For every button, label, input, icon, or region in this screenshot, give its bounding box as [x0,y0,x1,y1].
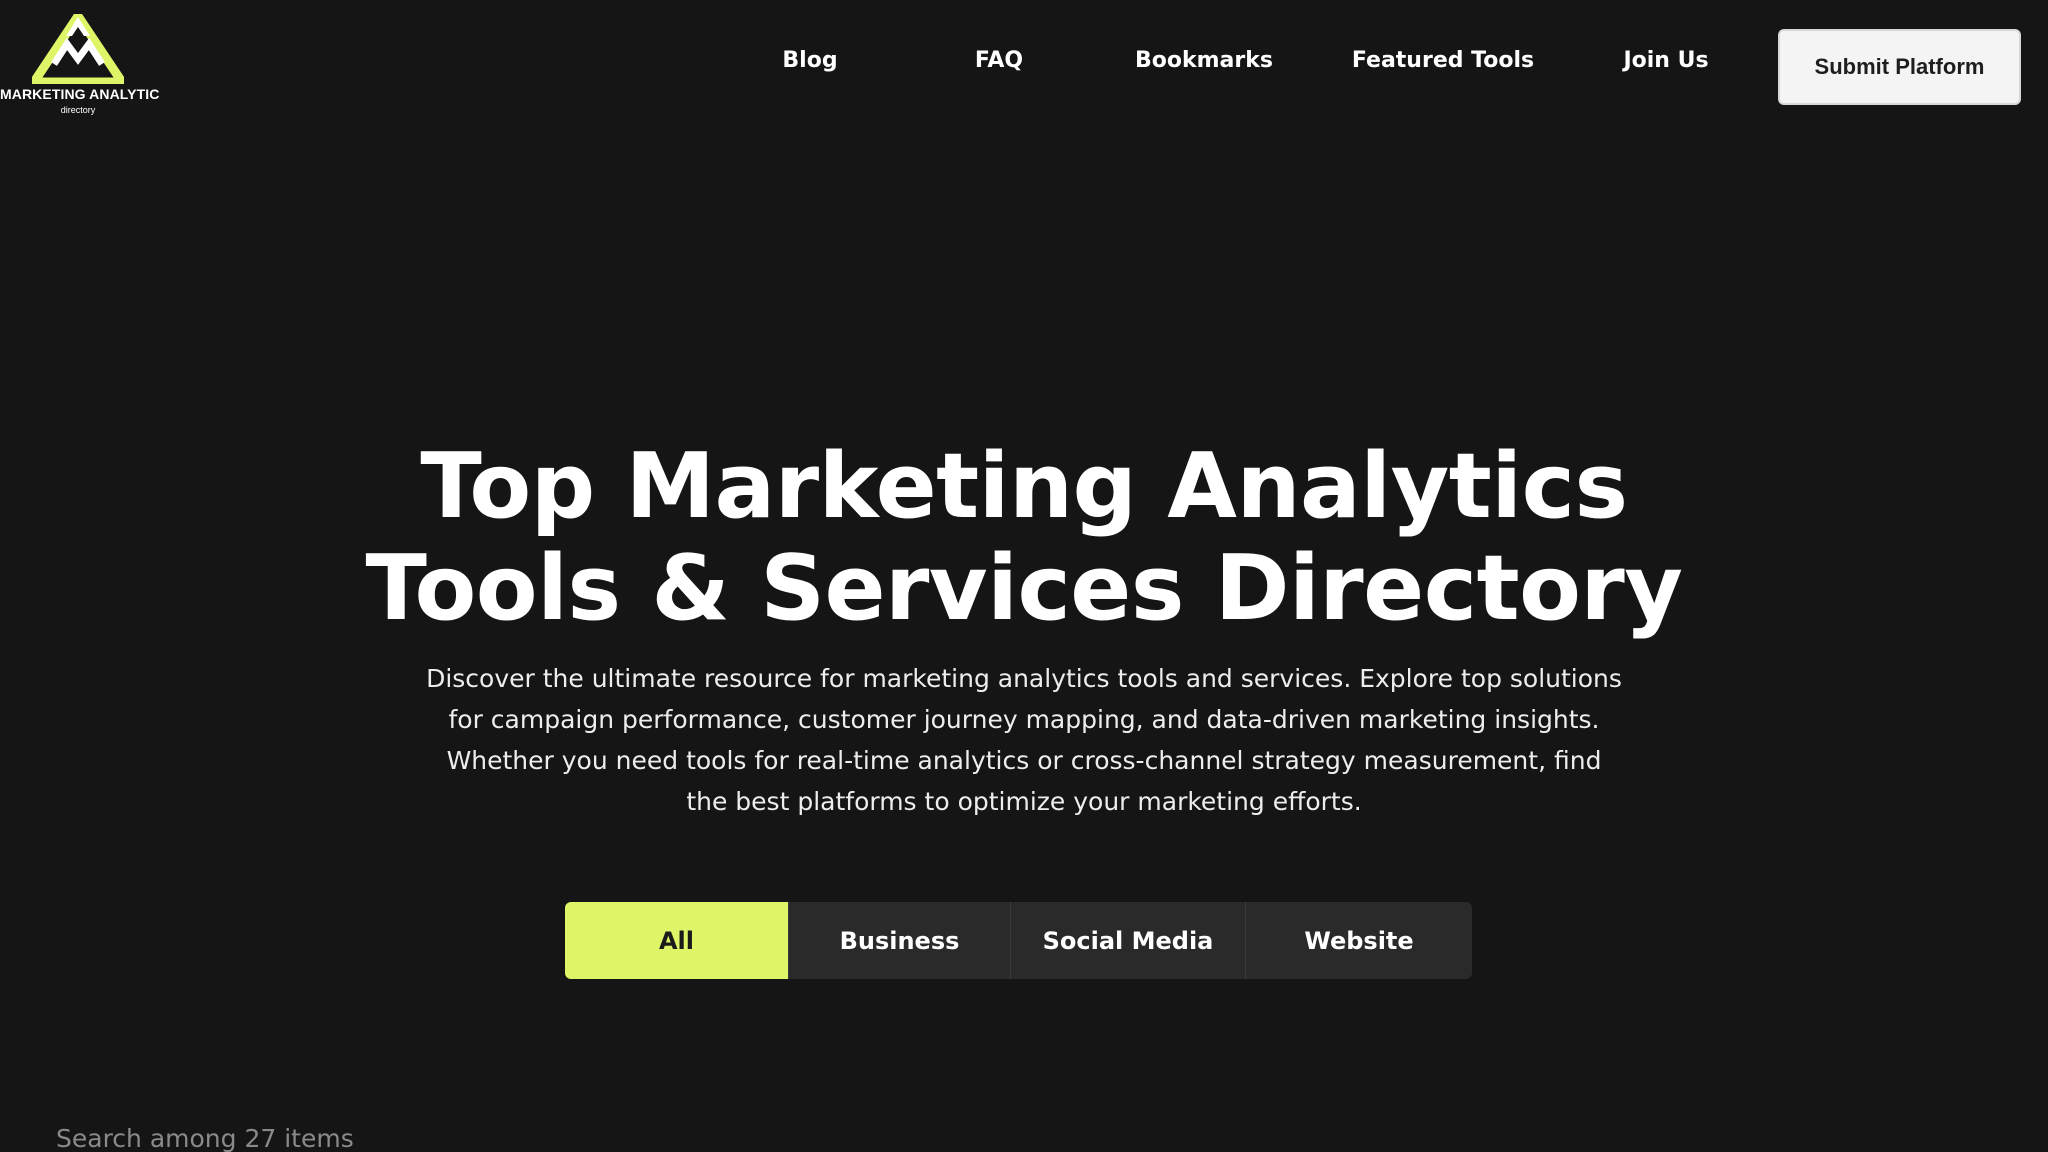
page: MARKETING ANALYTIC directory Blog FAQ Bo… [0,0,2048,1152]
tab-all[interactable]: All [565,902,789,979]
nav-bookmarks[interactable]: Bookmarks [1135,48,1273,73]
nav-join-us[interactable]: Join Us [1623,48,1708,73]
hero-description: Discover the ultimate resource for marke… [426,664,1622,816]
main-nav: Blog FAQ Bookmarks Featured Tools Join U… [0,0,2048,130]
search-input[interactable] [56,1118,756,1152]
nav-blog[interactable]: Blog [782,48,837,73]
tab-social-media[interactable]: Social Media [1011,902,1246,979]
category-tabs: All Business Social Media Website [565,902,1472,979]
tab-website[interactable]: Website [1246,902,1472,979]
nav-featured-tools[interactable]: Featured Tools [1352,48,1534,73]
page-title-line-2: Tools & Services Directory [365,536,1683,641]
site-header: MARKETING ANALYTIC directory Blog FAQ Bo… [0,0,2048,130]
tab-business[interactable]: Business [789,902,1011,979]
submit-platform-button[interactable]: Submit Platform [1778,29,2021,105]
page-title-line-1: Top Marketing Analytics [420,434,1628,539]
page-title: Top Marketing Analytics Tools & Services… [224,436,1824,640]
nav-faq[interactable]: FAQ [975,48,1023,73]
